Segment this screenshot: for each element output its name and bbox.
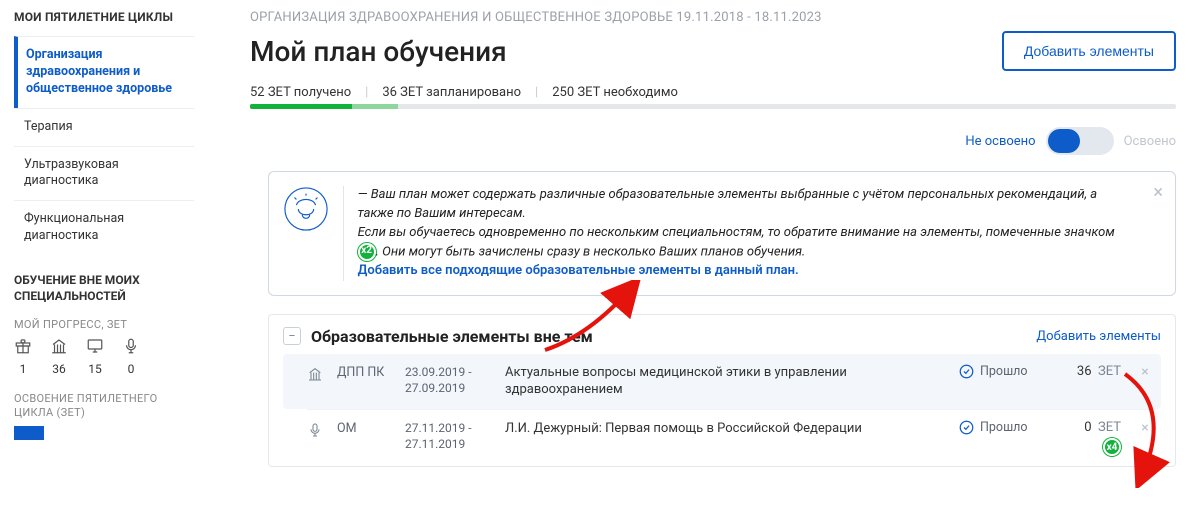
row-status: Прошло [959, 364, 1043, 379]
close-callout-button[interactable]: × [1153, 182, 1163, 203]
sidebar-item-functional[interactable]: Функциональная диагностика [14, 200, 194, 255]
gift-icon [14, 337, 32, 359]
row-desc: Актуальные вопросы медицинской этики в у… [505, 364, 945, 399]
collapse-button[interactable]: − [283, 327, 301, 345]
progress-value: 0 [128, 362, 135, 376]
building-icon [50, 337, 68, 359]
separator: | [535, 85, 538, 100]
progress-heading: МОЙ ПРОГРЕСС, ЗЕТ [14, 318, 194, 331]
toggle-label-not-mastered: Не освоено [965, 134, 1035, 149]
sidebar-item-label: Терапия [24, 119, 73, 134]
row-delete-button[interactable]: × [1135, 420, 1155, 436]
mic-icon [307, 422, 323, 442]
sidebar-item-org-health[interactable]: Организация здравоохранения и общественн… [14, 36, 194, 108]
separator: | [365, 85, 368, 100]
cycle-progress-bar [14, 426, 44, 440]
progress-gift: 1 [14, 337, 32, 376]
sidebar-item-ultrasound[interactable]: Ультразвуковая диагностика [14, 146, 194, 201]
sidebar-item-label: Функциональная диагностика [24, 211, 124, 243]
toggle-label-mastered: Освоено [1124, 134, 1176, 149]
advisor-avatar-icon [283, 186, 329, 232]
zet-planned: 36 ЗЕТ запланировано [382, 85, 521, 100]
multi-plan-badge-icon: x2 [358, 243, 376, 261]
zet-received: 52 ЗЕТ получено [250, 85, 351, 100]
add-elements-button[interactable]: Добавить элементы [1002, 31, 1176, 71]
table-row[interactable]: ОМ 27.11.2019 - 27.11.2019 Л.И. Дежурный… [283, 410, 1161, 462]
add-all-link[interactable]: Добавить все подходящие образовательные … [358, 263, 799, 278]
sidebar-section-outside[interactable]: ОБУЧЕНИЕ ВНЕ МОИХ СПЕЦИАЛЬНОСТЕЙ [14, 273, 194, 304]
row-zet: 36 ЗЕТ [1057, 364, 1121, 379]
mic-icon [122, 337, 140, 359]
callout-line1: — Ваш план может содержать различные обр… [358, 187, 1098, 221]
callout-line2a: Если вы обучаетесь одновременно по неско… [358, 225, 1115, 240]
sidebar-title: МОИ ПЯТИЛЕТНИЕ ЦИКЛЫ [14, 10, 194, 24]
panel-title: Образовательные элементы вне тем [311, 327, 1026, 346]
progress-monitor: 15 [86, 337, 104, 376]
zet-progress-bar [250, 104, 1176, 109]
row-code: ОМ [337, 421, 391, 436]
progress-icons: 1 36 15 0 [14, 337, 194, 376]
main: ОРГАНИЗАЦИЯ ЗДРАВООХРАНЕНИЯ И ОБЩЕСТВЕНН… [206, 0, 1200, 524]
building-icon [307, 366, 323, 386]
table-row[interactable]: ДПП ПК 23.09.2019 - 27.09.2019 Актуальны… [283, 354, 1161, 409]
cycle-progress-heading: ОСВОЕНИЕ ПЯТИЛЕТНЕГО ЦИКЛА (ЗЕТ) [14, 392, 194, 421]
breadcrumb: ОРГАНИЗАЦИЯ ЗДРАВООХРАНЕНИЯ И ОБЩЕСТВЕНН… [250, 10, 1176, 25]
row-delete-button[interactable]: × [1135, 364, 1155, 380]
row-dates: 23.09.2019 - 27.09.2019 [405, 364, 491, 396]
row-desc: Л.И. Дежурный: Первая помощь в Российско… [505, 420, 945, 438]
panel-add-link[interactable]: Добавить элементы [1036, 329, 1161, 344]
elements-panel: − Образовательные элементы вне тем Добав… [268, 314, 1176, 467]
progress-mic: 0 [122, 337, 140, 376]
mastered-toggle[interactable] [1046, 127, 1114, 155]
sidebar-item-therapy[interactable]: Терапия [14, 108, 194, 146]
callout-line2b: . Они могут быть зачислены сразу в неско… [376, 244, 806, 259]
row-status: Прошло [959, 420, 1043, 435]
row-zet: 0 ЗЕТ [1057, 420, 1121, 435]
progress-value: 15 [88, 362, 102, 376]
row-code: ДПП ПК [337, 365, 391, 380]
progress-building: 36 [50, 337, 68, 376]
progress-value: 1 [20, 362, 27, 376]
row-dates: 27.11.2019 - 27.11.2019 [405, 420, 491, 452]
progress-value: 36 [52, 362, 66, 376]
sidebar-item-label: Ультразвуковая диагностика [24, 157, 119, 189]
sidebar: МОИ ПЯТИЛЕТНИЕ ЦИКЛЫ Организация здравоо… [0, 0, 206, 524]
multi-plan-badge-icon: x4 [1103, 438, 1121, 456]
sidebar-item-label: Организация здравоохранения и общественн… [26, 47, 172, 96]
info-callout: — Ваш план может содержать различные обр… [268, 171, 1176, 296]
monitor-icon [86, 337, 104, 359]
zet-needed: 250 ЗЕТ необходимо [552, 85, 678, 100]
page-title: Мой план обучения [250, 35, 507, 68]
zet-summary: 52 ЗЕТ получено | 36 ЗЕТ запланировано |… [250, 85, 1176, 100]
